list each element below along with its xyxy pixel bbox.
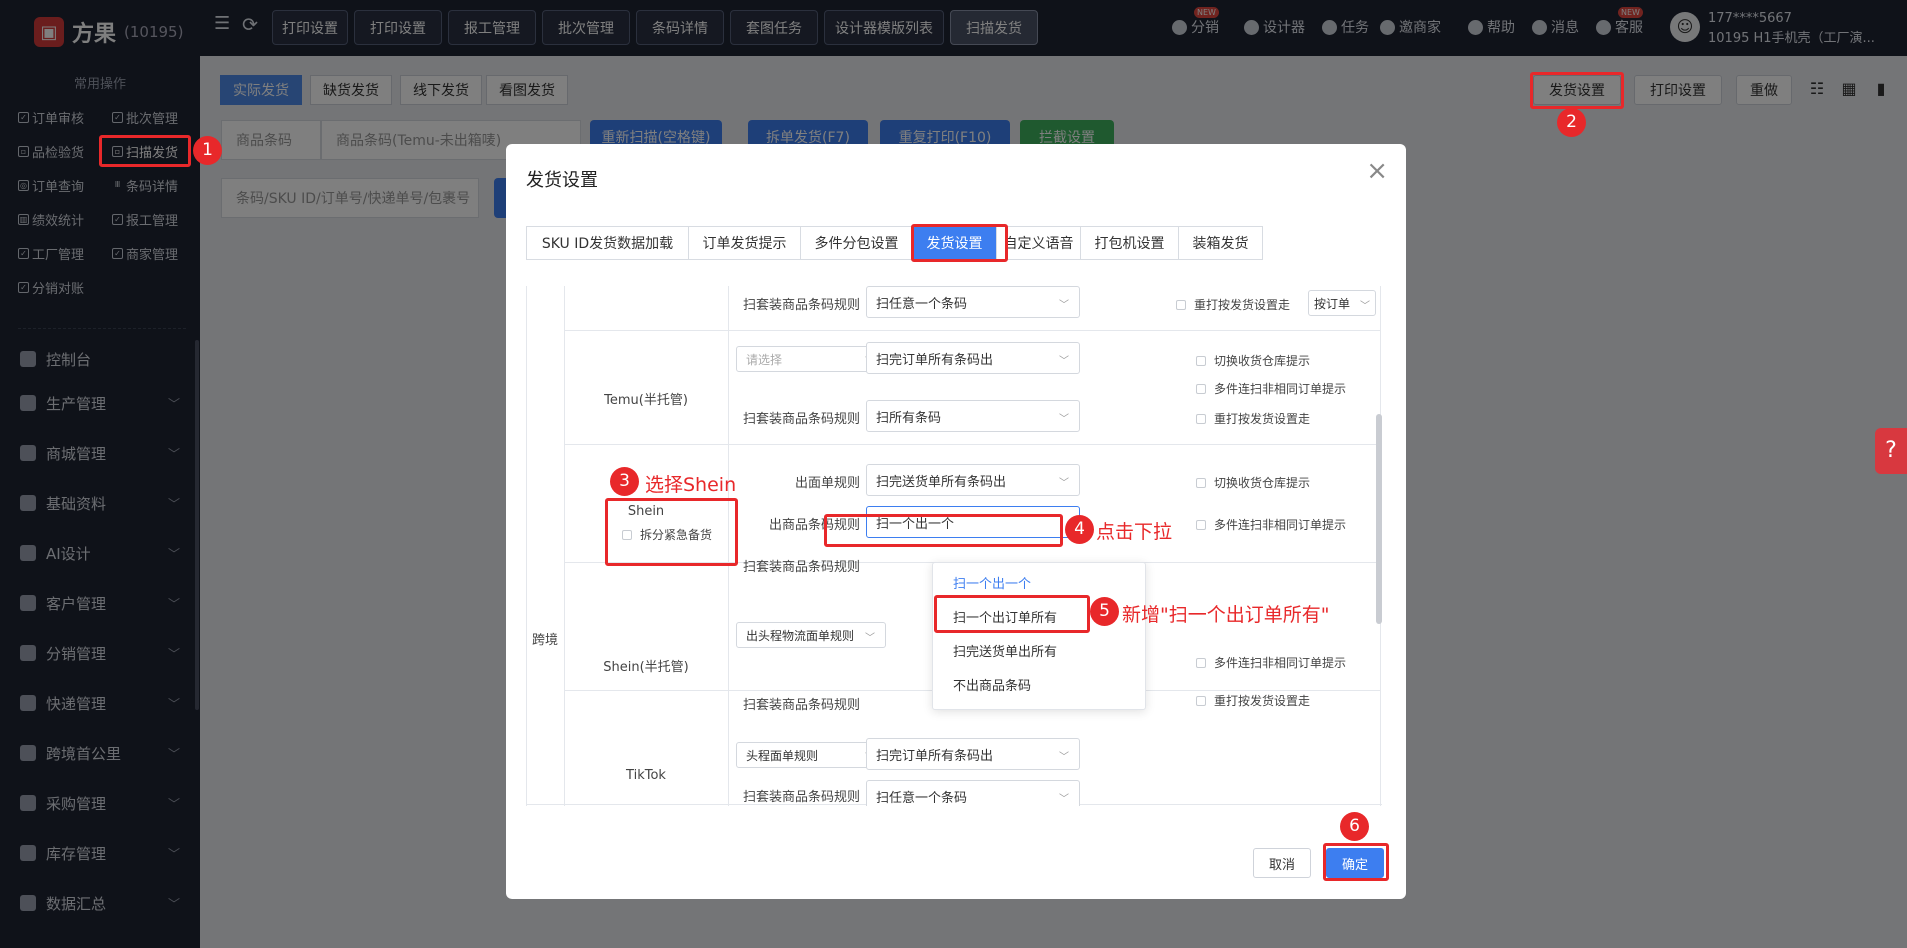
checkbox-box[interactable] xyxy=(1196,413,1206,424)
temu-reprint-checkbox[interactable]: 重打按发货设置走 xyxy=(1196,410,1310,427)
select-value: 扫任意一个条码 xyxy=(876,296,968,312)
table-col-divider xyxy=(564,286,565,806)
highlight-shein-row xyxy=(605,498,738,566)
option-scan-all-delivery[interactable]: 扫完送货单出所有 xyxy=(953,641,1057,660)
app-root: ▣ 方果 (10195) 常用操作 ✓订单审核 ✓批次管理 ▫品检验货 ▫扫描发… xyxy=(0,0,1907,948)
barcode-rule-dropdown: 扫一个出一个 扫一个出订单所有 扫完送货单出所有 不出商品条码 xyxy=(932,562,1146,710)
option-no-barcode[interactable]: 不出商品条码 xyxy=(953,675,1031,694)
checkbox-label: 多件连扫非相同订单提示 xyxy=(1214,518,1347,532)
shein-multi-scan-checkbox[interactable]: 多件连扫非相同订单提示 xyxy=(1196,516,1346,533)
table-scrollbar[interactable] xyxy=(1376,414,1382,624)
temu-select-placeholder[interactable]: 请选择﹀ xyxy=(736,346,886,372)
tab-order-ship-tip[interactable]: 订单发货提示 xyxy=(688,226,801,260)
reprint-mode-select[interactable]: 按订单 ﹀ xyxy=(1308,290,1376,316)
shein-switch-warehouse-checkbox[interactable]: 切换收货仓库提示 xyxy=(1196,474,1310,491)
tab-sku-data-load[interactable]: SKU ID发货数据加载 xyxy=(526,226,689,260)
rule-label: 扫套装商品条码规则 xyxy=(742,790,860,805)
checkbox-box[interactable] xyxy=(1196,355,1206,366)
tab-custom-voice[interactable]: 自定义语音 xyxy=(996,226,1081,260)
help-side-tab[interactable]: ? xyxy=(1875,428,1907,474)
close-icon[interactable]: × xyxy=(1366,158,1388,184)
tiktok-set-rule-select[interactable]: 扫任意一个条码 ﹀ xyxy=(866,780,1080,806)
shein-label-waybill-rule: 出面单规则 xyxy=(794,476,860,491)
highlight-scan-ship xyxy=(99,135,191,167)
chevron-down-icon: ﹀ xyxy=(1059,300,1069,311)
checkbox-box[interactable] xyxy=(1196,519,1206,530)
shein-waybill-rule-select[interactable]: 扫完送货单所有条码出 ﹀ xyxy=(866,464,1080,496)
step-number: 1 xyxy=(193,136,222,165)
step-number: 4 xyxy=(1065,515,1094,544)
platform-tiktok: TikTok xyxy=(626,768,666,783)
checkbox-label: 切换收货仓库提示 xyxy=(1214,354,1311,368)
checkbox-box[interactable] xyxy=(1176,299,1186,310)
chevron-down-icon: ﹀ xyxy=(1059,478,1069,489)
note-new-option: 新增"扫一个出订单所有" xyxy=(1122,604,1330,626)
select-value: 扫完送货单所有条码出 xyxy=(876,474,1007,490)
cancel-button[interactable]: 取消 xyxy=(1253,848,1311,878)
chevron-down-icon: ﹀ xyxy=(1360,301,1370,312)
chevron-down-icon: ﹀ xyxy=(1059,356,1069,367)
reprint-checkbox[interactable]: 重打按发货设置走 xyxy=(1176,296,1290,313)
checkbox-label: 重打按发货设置走 xyxy=(1214,412,1311,426)
temu-order-rule-select[interactable]: 扫完订单所有条码出 ﹀ xyxy=(866,342,1080,374)
table-row-divider xyxy=(564,330,1380,331)
temu-multi-scan-checkbox[interactable]: 多件连扫非相同订单提示 xyxy=(1196,380,1346,397)
chevron-down-icon: ﹀ xyxy=(1059,794,1069,805)
rule-label: 扫套装商品条码规则 xyxy=(742,412,860,427)
checkbox-label: 多件连扫非相同订单提示 xyxy=(1214,382,1347,396)
table-row-divider xyxy=(564,444,1380,445)
rule-label: 扫套装商品条码规则 xyxy=(742,298,860,313)
select-value: 出头程物流面单规则 xyxy=(746,628,855,643)
select-value: 请选择 xyxy=(746,352,783,367)
platform-shein-half: Shein(半托管) xyxy=(603,660,689,675)
chevron-down-icon: ﹀ xyxy=(1059,752,1069,763)
tiktok-order-rule-select[interactable]: 扫完订单所有条码出 ﹀ xyxy=(866,738,1080,770)
highlight-confirm xyxy=(1323,843,1389,881)
select-value: 扫完订单所有条码出 xyxy=(876,352,994,368)
step-number: 2 xyxy=(1557,108,1586,137)
shein-half-first-leg-select[interactable]: 出头程物流面单规则 ﹀ xyxy=(736,622,886,648)
group-cross-border: 跨境 xyxy=(531,633,558,648)
highlight-new-option xyxy=(934,595,1090,633)
top-rule-select[interactable]: 扫任意一个条码 ﹀ xyxy=(866,286,1080,318)
option-scan-one-out-one[interactable]: 扫一个出一个 xyxy=(953,573,1031,592)
select-value: 扫任意一个条码 xyxy=(876,790,968,806)
checkbox-label: 切换收货仓库提示 xyxy=(1214,476,1311,490)
step-number: 5 xyxy=(1090,597,1119,626)
rule-label: 扫套装商品条码规则 xyxy=(742,698,860,713)
checkbox-box[interactable] xyxy=(1196,383,1206,394)
checkbox-box[interactable] xyxy=(1196,695,1206,706)
highlight-ship-settings xyxy=(1530,72,1624,109)
shein-half-reprint-checkbox[interactable]: 重打按发货设置走 xyxy=(1196,692,1310,709)
highlight-barcode-rule xyxy=(824,514,1063,547)
platform-temu: Temu(半托管) xyxy=(604,393,688,408)
shein-half-multi-scan-checkbox[interactable]: 多件连扫非相同订单提示 xyxy=(1196,654,1346,671)
note-click-dropdown: 点击下拉 xyxy=(1096,521,1173,543)
checkbox-box[interactable] xyxy=(1196,477,1206,488)
checkbox-label: 重打按发货设置走 xyxy=(1194,298,1291,312)
step-number: 6 xyxy=(1340,812,1369,841)
select-value: 扫完订单所有条码出 xyxy=(876,748,994,764)
tab-box-ship[interactable]: 装箱发货 xyxy=(1178,226,1263,260)
select-value: 按订单 xyxy=(1314,296,1351,311)
chevron-down-icon: ﹀ xyxy=(865,633,875,644)
temu-switch-warehouse-checkbox[interactable]: 切换收货仓库提示 xyxy=(1196,352,1310,369)
select-value: 扫所有条码 xyxy=(876,410,942,426)
tiktok-first-leg-select[interactable]: 头程面单规则﹀ xyxy=(736,742,886,768)
dialog-title: 发货设置 xyxy=(526,170,598,191)
step-number: 3 xyxy=(610,467,639,496)
checkbox-label: 重打按发货设置走 xyxy=(1214,694,1311,708)
tab-multi-package[interactable]: 多件分包设置 xyxy=(800,226,913,260)
chevron-down-icon: ﹀ xyxy=(1059,414,1069,425)
shein-label-set-rule: 扫套装商品条码规则 xyxy=(742,560,860,575)
select-value: 头程面单规则 xyxy=(746,748,819,763)
checkbox-label: 多件连扫非相同订单提示 xyxy=(1214,656,1347,670)
temu-set-rule-select[interactable]: 扫所有条码 ﹀ xyxy=(866,400,1080,432)
checkbox-box[interactable] xyxy=(1196,657,1206,668)
table-border-left xyxy=(526,286,527,806)
highlight-ship-settings-tab xyxy=(911,224,1008,262)
tab-packer-settings[interactable]: 打包机设置 xyxy=(1080,226,1179,260)
note-select-shein: 选择Shein xyxy=(645,474,737,496)
